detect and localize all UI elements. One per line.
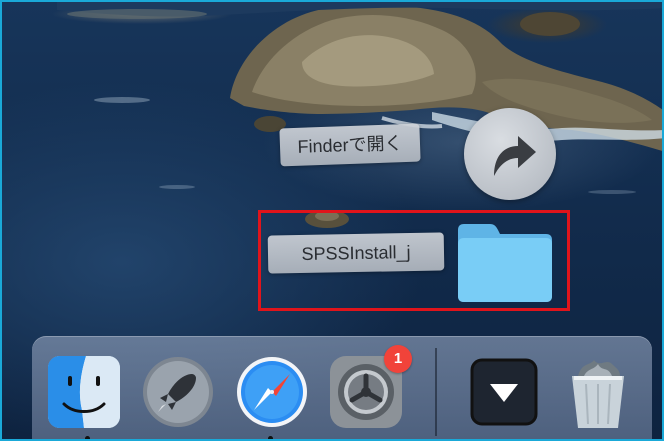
trash-icon[interactable] xyxy=(560,354,636,430)
open-in-finder-button[interactable] xyxy=(464,108,556,200)
screenshot-frame: Finderで開く SPSSInstall_j 1 xyxy=(0,0,664,441)
arrow-down-icon[interactable] xyxy=(466,354,542,430)
highlight-box xyxy=(258,210,570,311)
dock-separator xyxy=(435,348,437,436)
compass-icon[interactable] xyxy=(234,354,310,430)
running-indicator xyxy=(85,436,90,439)
finder-icon[interactable] xyxy=(46,354,122,430)
curved-arrow-icon xyxy=(494,136,536,176)
notification-badge: 1 xyxy=(384,345,412,373)
open-in-finder-label[interactable]: Finderで開く xyxy=(279,123,421,167)
dock xyxy=(32,336,652,439)
running-indicator xyxy=(268,436,273,439)
rocket-icon[interactable] xyxy=(140,354,216,430)
